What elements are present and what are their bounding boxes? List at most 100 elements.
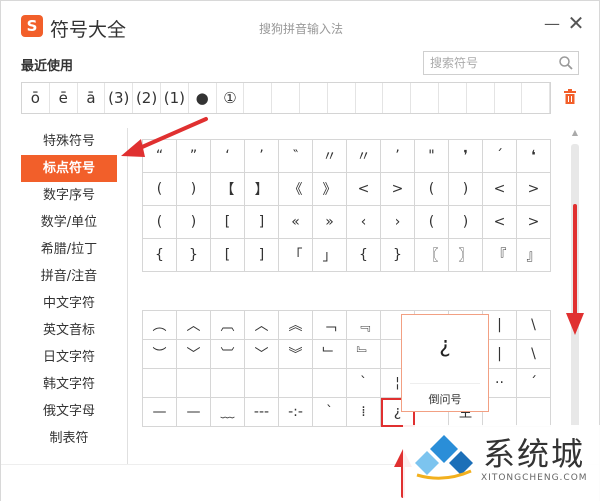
recent-symbol[interactable] [244,83,273,113]
symbol-cell[interactable]: { [143,239,177,272]
symbol-cell[interactable]: > [381,173,415,206]
symbol-cell[interactable]: ︿ [177,311,211,340]
symbol-cell[interactable] [177,369,211,398]
symbol-cell[interactable]: ﹂ [313,340,347,369]
symbol-cell[interactable]: ︵ [143,311,177,340]
symbol-cell[interactable] [211,369,245,398]
symbol-cell[interactable]: > [517,173,551,206]
scroll-up-icon[interactable]: ▲ [569,128,581,138]
symbol-cell[interactable]: 〃 [313,140,347,173]
symbol-cell[interactable]: ‘ [211,140,245,173]
recent-symbol[interactable]: ō [22,83,50,113]
recent-symbol[interactable]: ā [78,83,106,113]
symbol-cell[interactable]: ( [415,173,449,206]
search-icon[interactable] [558,55,574,71]
symbol-cell[interactable]: 〗 [449,239,483,272]
close-button[interactable]: ✕ [567,13,585,33]
sidebar-item[interactable]: 希腊/拉丁 [21,236,117,263]
symbol-cell[interactable]: \ [517,311,551,340]
sidebar-item[interactable]: 日文字符 [21,344,117,371]
recent-symbol[interactable] [411,83,439,113]
symbol-cell[interactable] [279,369,313,398]
symbol-cell[interactable]: 」 [313,239,347,272]
symbol-cell[interactable]: — [177,398,211,427]
symbol-cell[interactable]: ﹃ [347,311,381,340]
recent-symbol[interactable]: ● [189,83,217,113]
symbol-cell[interactable]: { [347,239,381,272]
symbol-cell[interactable]: ❛ [517,140,551,173]
symbol-cell[interactable]: ) [449,206,483,239]
symbol-cell[interactable]: ﹀ [245,340,279,369]
symbol-cell[interactable]: ﹏ [211,398,245,427]
sidebar-item[interactable]: 韩文字符 [21,371,117,398]
recent-symbol[interactable] [495,83,523,113]
symbol-cell[interactable]: ˊ [517,369,551,398]
symbol-cell[interactable]: ’ [381,140,415,173]
symbol-cell[interactable] [313,369,347,398]
symbol-cell[interactable]: < [483,206,517,239]
recent-symbol[interactable] [328,83,356,113]
symbol-cell[interactable]: -:- [279,398,313,427]
recent-symbol[interactable] [300,83,328,113]
recent-symbol[interactable] [522,83,551,113]
symbol-cell[interactable]: ” [177,140,211,173]
symbol-cell[interactable]: 「 [279,239,313,272]
recent-symbol[interactable] [467,83,495,113]
symbol-cell[interactable]: " [415,140,449,173]
symbol-cell[interactable]: « [279,206,313,239]
recent-symbol[interactable]: (1) [161,83,189,113]
symbol-cell[interactable]: } [381,239,415,272]
symbol-cell[interactable]: ‹ [347,206,381,239]
symbol-cell[interactable]: ) [177,206,211,239]
recent-symbol[interactable]: ē [50,83,78,113]
symbol-cell[interactable] [245,369,279,398]
symbol-cell[interactable]: [ [211,206,245,239]
symbol-cell[interactable] [143,369,177,398]
vertical-scrollbar[interactable]: ▲ [569,128,581,464]
recent-symbol[interactable] [272,83,300,113]
symbol-cell[interactable]: ⁞ [347,398,381,427]
symbol-cell[interactable]: 『 [483,239,517,272]
minimize-button[interactable]: — [543,15,561,33]
search-box[interactable] [423,51,579,75]
symbol-cell[interactable]: ( [415,206,449,239]
symbol-cell[interactable]: ´ [483,140,517,173]
sidebar-item[interactable]: 数字序号 [21,182,117,209]
symbol-cell[interactable]: ` [347,369,381,398]
sidebar-item[interactable]: 中文字符 [21,290,117,317]
symbol-cell[interactable]: ❜ [449,140,483,173]
sidebar-item[interactable]: 数学/单位 [21,209,117,236]
symbol-cell[interactable]: ︽ [279,311,313,340]
symbol-cell[interactable]: 〖 [415,239,449,272]
symbol-cell[interactable]: ﹀ [177,340,211,369]
recent-symbol[interactable] [383,83,412,113]
symbol-cell[interactable]: ︶ [143,340,177,369]
sidebar-item[interactable]: 制表符 [21,425,117,452]
recent-symbol[interactable]: ① [217,83,245,113]
symbol-cell[interactable]: ) [177,173,211,206]
symbol-cell[interactable]: --- [245,398,279,427]
symbol-cell[interactable]: 《 [279,173,313,206]
symbol-cell[interactable] [517,398,551,427]
symbol-cell[interactable]: ’ [245,140,279,173]
symbol-cell[interactable]: ︾ [279,340,313,369]
sidebar-item[interactable]: 特殊符号 [21,128,117,155]
symbol-cell[interactable]: ( [143,173,177,206]
symbol-cell[interactable]: 】 [245,173,279,206]
recent-symbol[interactable] [439,83,467,113]
symbol-cell[interactable]: 》 [313,173,347,206]
recent-symbol[interactable]: (2) [133,83,161,113]
symbol-cell[interactable]: 』 [517,239,551,272]
sidebar-item[interactable]: 英文音标 [21,317,117,344]
symbol-cell[interactable]: } [177,239,211,272]
symbol-cell[interactable]: › [381,206,415,239]
symbol-cell[interactable]: “ [143,140,177,173]
sidebar-item[interactable]: 拼音/注音 [21,263,117,290]
symbol-cell[interactable]: — [143,398,177,427]
symbol-cell[interactable]: ︺ [211,340,245,369]
sidebar-item[interactable]: 标点符号 [21,155,117,182]
scroll-thumb[interactable] [571,144,579,462]
symbol-cell[interactable]: » [313,206,347,239]
symbol-cell[interactable]: < [483,173,517,206]
symbol-cell[interactable]: > [517,206,551,239]
